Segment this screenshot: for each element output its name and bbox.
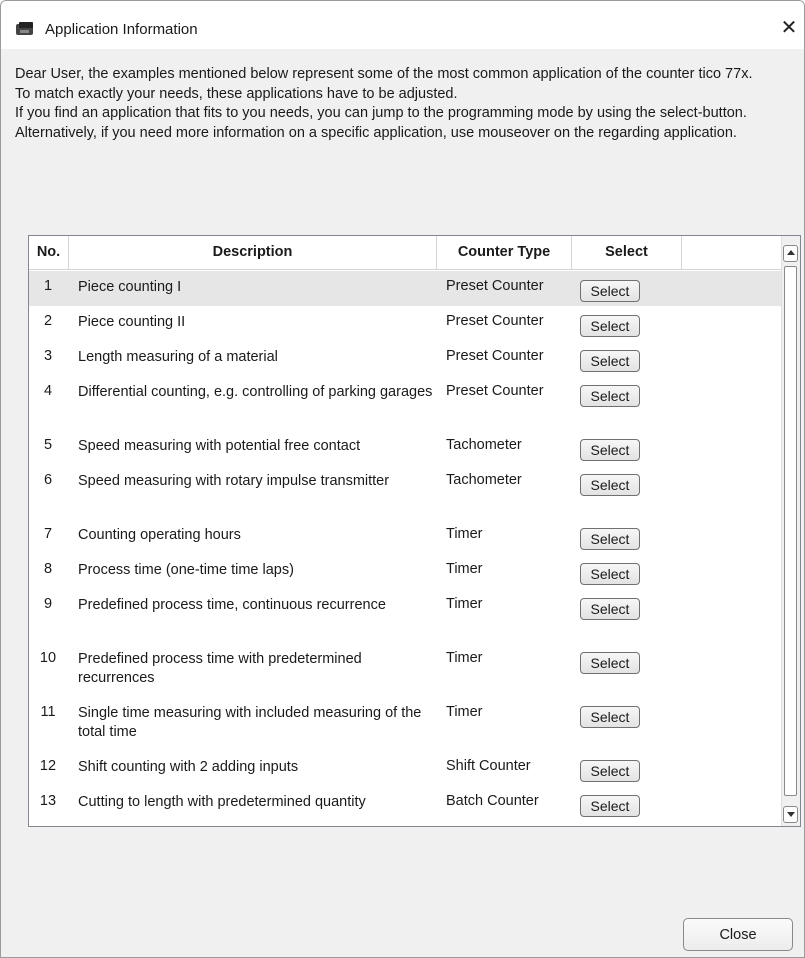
column-header-description[interactable]: Description xyxy=(69,236,437,269)
select-button[interactable]: Select xyxy=(580,706,640,728)
intro-line: If you find an application that fits to … xyxy=(15,105,747,121)
column-header-counter-type[interactable]: Counter Type xyxy=(437,236,572,269)
select-button[interactable]: Select xyxy=(580,528,640,550)
row-number: 3 xyxy=(43,348,53,364)
select-button[interactable]: Select xyxy=(580,280,640,302)
row-number: 5 xyxy=(43,437,53,453)
table-row[interactable]: 1 Piece counting I Preset Counter Select xyxy=(29,271,781,306)
table-row[interactable]: 3 Length measuring of a material Preset Co… xyxy=(29,341,781,376)
row-counter-type: Preset Counter xyxy=(446,383,544,399)
window-title: Application Information xyxy=(45,21,198,38)
select-button[interactable]: Select xyxy=(580,350,640,372)
select-button[interactable]: Select xyxy=(580,563,640,585)
row-description: Predefined process time with predetermin… xyxy=(78,651,362,686)
close-button[interactable]: Close xyxy=(683,918,793,951)
row-number: 6 xyxy=(43,472,53,488)
table-row[interactable]: 12 Shift counting with 2 adding inputs Shi… xyxy=(29,751,781,786)
row-description: Process time (one-time time laps) xyxy=(78,562,294,578)
row-counter-type: Preset Counter xyxy=(446,313,544,329)
row-description: Piece counting I xyxy=(78,279,182,295)
row-number: 4 xyxy=(43,383,53,399)
row-counter-type: Preset Counter xyxy=(446,278,544,294)
vertical-scrollbar[interactable] xyxy=(781,236,800,826)
table-row[interactable]: 13 Cutting to length with predetermined q… xyxy=(29,786,781,826)
scrollbar-thumb[interactable] xyxy=(784,266,797,796)
row-counter-type: Tachometer xyxy=(446,437,522,453)
table-row[interactable]: 2 Piece counting II Preset Counter Select xyxy=(29,306,781,341)
intro-line: To match exactly your needs, these appli… xyxy=(15,85,458,102)
row-counter-type: Timer xyxy=(446,526,483,542)
row-number: 12 xyxy=(39,758,57,774)
table-row[interactable]: 10 Predefined process time with predeterm… xyxy=(29,643,781,697)
select-button[interactable]: Select xyxy=(580,439,640,461)
row-counter-type: Batch Counter xyxy=(446,793,539,809)
row-counter-type: Timer xyxy=(446,650,483,666)
row-number: 10 xyxy=(39,650,57,666)
row-number: 1 xyxy=(43,278,53,294)
select-button[interactable]: Select xyxy=(580,760,640,782)
table-row[interactable]: 7 Counting operating hours Timer Select xyxy=(29,519,781,554)
row-counter-type: Shift Counter xyxy=(446,758,531,774)
row-number: 7 xyxy=(43,526,53,542)
scroll-up-arrow-icon[interactable] xyxy=(783,245,798,262)
row-number: 8 xyxy=(43,561,53,577)
row-description: Piece counting II xyxy=(78,314,186,330)
column-header-no[interactable]: No. xyxy=(29,236,69,269)
row-description: Speed measuring with rotary impulse tran… xyxy=(78,473,390,489)
scroll-down-arrow-icon[interactable] xyxy=(783,806,798,823)
close-icon[interactable]: ✕ xyxy=(774,13,804,43)
row-description: Shift counting with 2 adding inputs xyxy=(78,759,299,775)
table-row[interactable]: 4 Differential counting, e.g. controlling… xyxy=(29,376,781,430)
row-description: Speed measuring with potential free cont… xyxy=(78,438,361,454)
select-button[interactable]: Select xyxy=(580,652,640,674)
row-counter-type: Preset Counter xyxy=(446,348,544,364)
intro-line: Alternatively, if you need more informat… xyxy=(15,124,737,141)
application-information-dialog: Application Information ✕ Dear User, the… xyxy=(0,0,805,958)
row-description: Single time measuring with included meas… xyxy=(78,705,422,740)
row-description: Length measuring of a material xyxy=(78,349,278,365)
row-number: 9 xyxy=(43,596,53,612)
table-row[interactable]: 5 Speed measuring with potential free con… xyxy=(29,430,781,465)
select-button[interactable]: Select xyxy=(580,795,640,817)
row-description: Predefined process time, continuous recu… xyxy=(78,597,386,613)
table-row[interactable]: 11 Single time measuring with included me… xyxy=(29,697,781,751)
select-button[interactable]: Select xyxy=(580,385,640,407)
table-row[interactable]: 8 Process time (one-time time laps) Timer S… xyxy=(29,554,781,589)
table-row[interactable]: 9 Predefined process time, continuous rec… xyxy=(29,589,781,643)
column-header-filler xyxy=(682,236,781,269)
intro-line: Dear User, the examples mentioned below … xyxy=(15,66,753,82)
row-description: Cutting to length with predetermined qua… xyxy=(78,794,366,810)
table-row[interactable]: 6 Speed measuring with rotary impulse tra… xyxy=(29,465,781,519)
row-counter-type: Timer xyxy=(446,561,483,577)
column-header-select[interactable]: Select xyxy=(572,236,682,269)
intro-text: Dear User, the examples mentioned below … xyxy=(15,65,800,143)
select-button[interactable]: Select xyxy=(580,315,640,337)
select-button[interactable]: Select xyxy=(580,474,640,496)
row-number: 2 xyxy=(43,313,53,329)
row-counter-type: Timer xyxy=(446,596,483,612)
title-bar: Application Information ✕ xyxy=(1,1,804,49)
row-counter-type: Timer xyxy=(446,704,483,720)
select-button[interactable]: Select xyxy=(580,598,640,620)
applications-table: No. Description Counter Type Select 1 Pie… xyxy=(28,235,801,827)
app-icon xyxy=(16,22,33,35)
row-number: 11 xyxy=(40,704,56,720)
row-description: Differential counting, e.g. controlling … xyxy=(78,384,433,400)
row-counter-type: Tachometer xyxy=(446,472,522,488)
table-header: No. Description Counter Type Select xyxy=(29,236,781,270)
row-description: Counting operating hours xyxy=(78,527,241,543)
row-number: 13 xyxy=(39,793,57,809)
